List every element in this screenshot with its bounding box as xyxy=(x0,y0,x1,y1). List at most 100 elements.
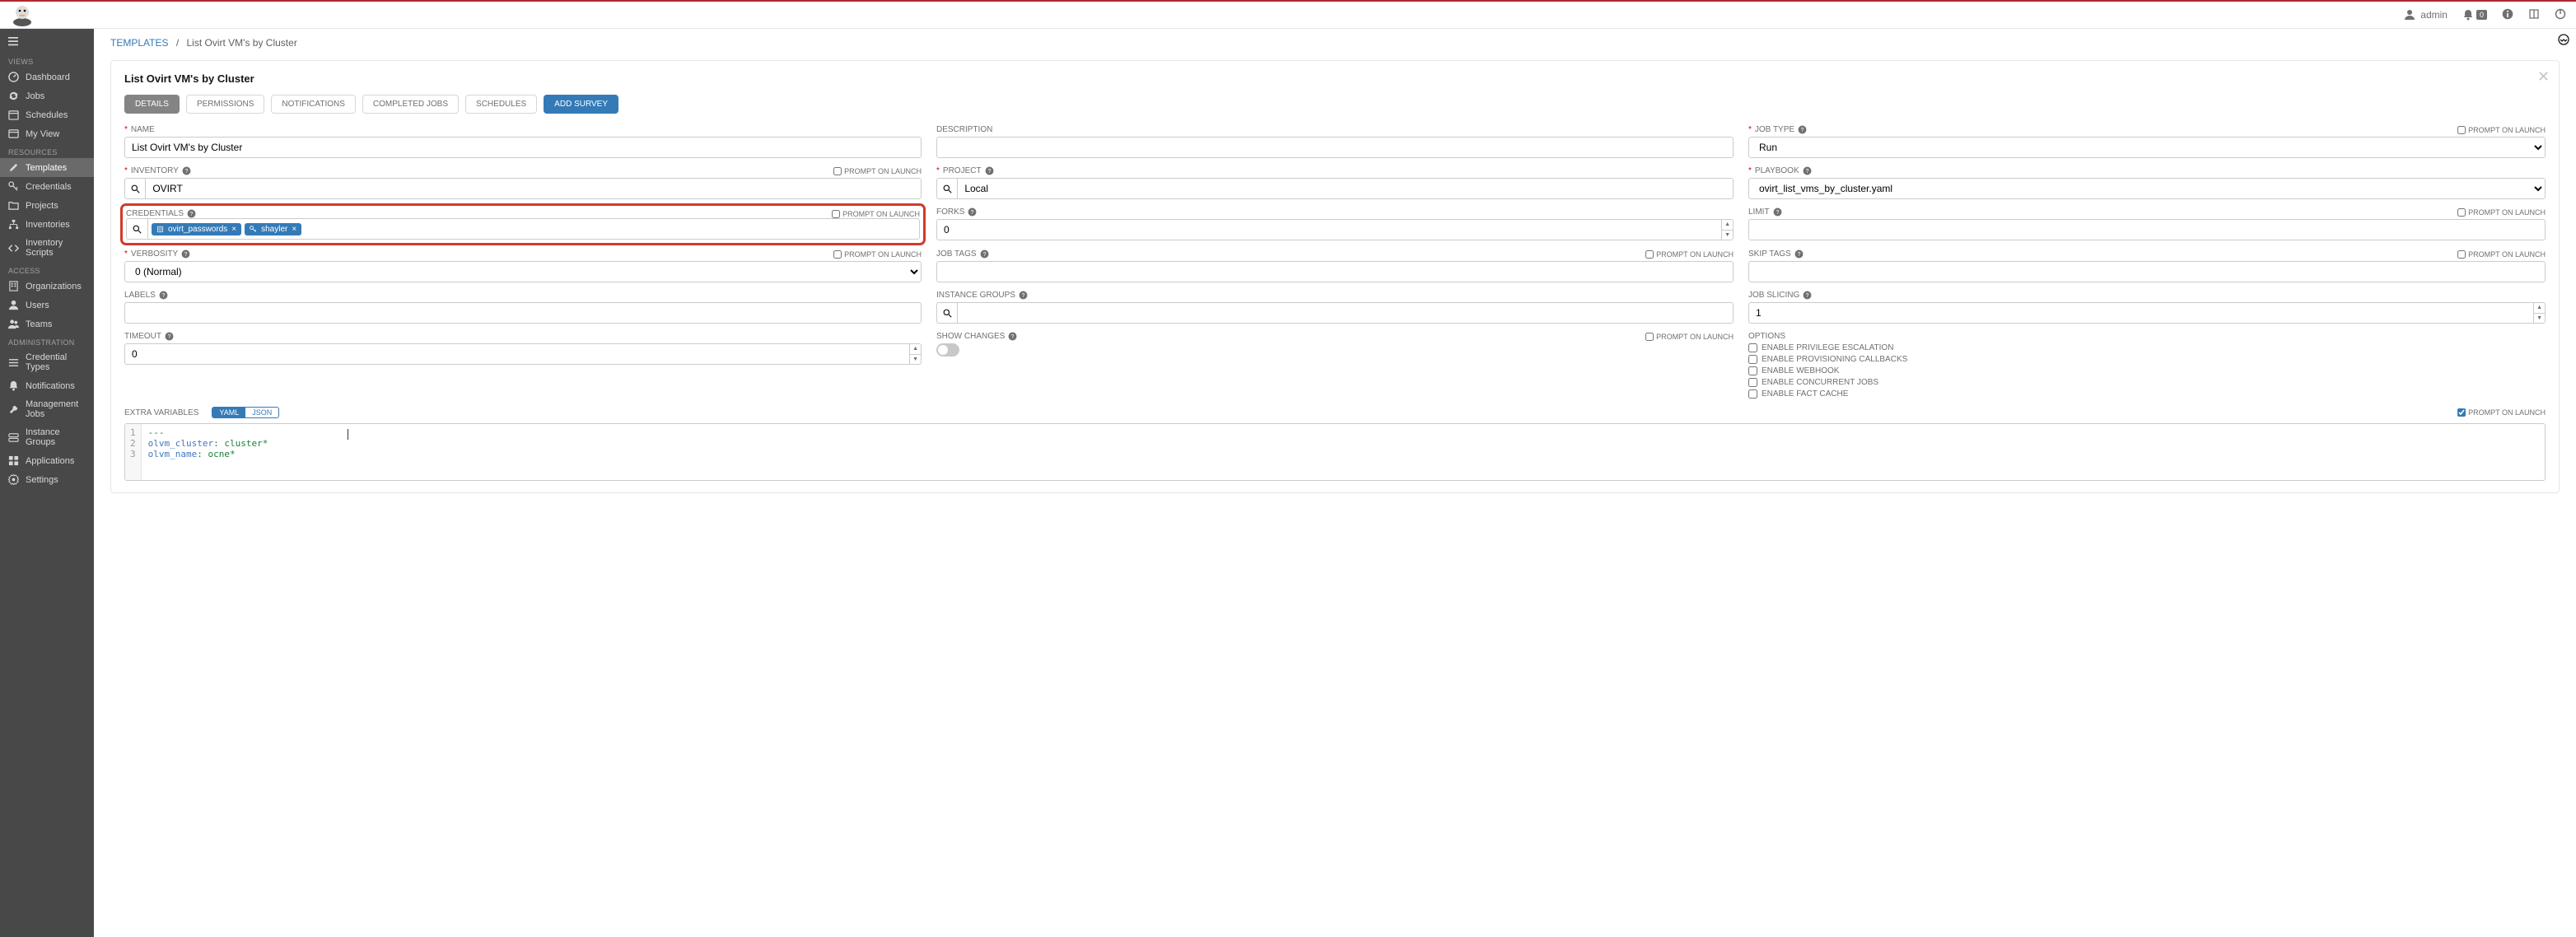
credentials-field[interactable]: ovirt_passwords× shayler× xyxy=(147,218,920,240)
sidebar-item-myview[interactable]: My View xyxy=(0,124,94,143)
about-button[interactable] xyxy=(2502,8,2513,22)
prompt-skiptags[interactable] xyxy=(2457,250,2466,259)
remove-chip[interactable]: × xyxy=(231,225,236,234)
prompt-jobtype[interactable] xyxy=(2457,126,2466,134)
wrench-icon xyxy=(8,404,19,415)
help-icon[interactable] xyxy=(980,249,989,259)
verbosity-select[interactable]: 0 (Normal) xyxy=(124,261,922,282)
project-lookup[interactable] xyxy=(936,178,957,199)
name-field[interactable] xyxy=(124,137,922,158)
sidebar-item-notifications[interactable]: Notifications xyxy=(0,376,94,395)
slicing-up[interactable]: ▲ xyxy=(2534,303,2545,314)
timeout-field[interactable] xyxy=(124,343,910,365)
opt-fact-cache[interactable] xyxy=(1748,389,1757,399)
panel-close-button[interactable] xyxy=(2538,71,2549,84)
instancegroups-lookup[interactable] xyxy=(936,302,957,324)
sidebar-item-dashboard[interactable]: Dashboard xyxy=(0,68,94,86)
prompt-credentials[interactable] xyxy=(832,210,840,218)
timeout-up[interactable]: ▲ xyxy=(910,344,921,355)
prompt-extravars[interactable] xyxy=(2457,408,2466,417)
extravars-editor[interactable]: 123 --- olvm_cluster: cluster* olvm_name… xyxy=(124,423,2546,481)
skiptags-field[interactable] xyxy=(1748,261,2546,282)
tab-schedules[interactable]: SCHEDULES xyxy=(465,95,537,114)
jobtags-field[interactable] xyxy=(936,261,1734,282)
sidebar-item-applications[interactable]: Applications xyxy=(0,451,94,470)
sidebar-item-users[interactable]: Users xyxy=(0,296,94,315)
help-icon[interactable] xyxy=(1803,166,1812,175)
project-field[interactable] xyxy=(957,178,1734,199)
sidebar-item-projects[interactable]: Projects xyxy=(0,196,94,215)
opt-concurrent[interactable] xyxy=(1748,378,1757,387)
help-icon[interactable] xyxy=(1019,291,1028,300)
showchanges-toggle[interactable] xyxy=(936,343,959,357)
sidebar-item-jobs[interactable]: Jobs xyxy=(0,86,94,105)
prompt-inventory[interactable] xyxy=(833,167,842,175)
bars-icon xyxy=(8,37,18,47)
prompt-jobtags[interactable] xyxy=(1645,250,1654,259)
notifications-button[interactable]: 0 xyxy=(2462,9,2487,21)
help-icon[interactable] xyxy=(1794,249,1804,259)
slicing-down[interactable]: ▼ xyxy=(2534,314,2545,324)
activity-stream-button[interactable] xyxy=(2558,34,2569,48)
sidebar-item-management-jobs[interactable]: Management Jobs xyxy=(0,395,94,423)
limit-field[interactable] xyxy=(1748,219,2546,240)
forks-down[interactable]: ▼ xyxy=(1722,231,1733,240)
help-icon[interactable] xyxy=(1803,291,1812,300)
help-icon[interactable] xyxy=(182,166,191,175)
credentials-lookup[interactable] xyxy=(126,218,147,240)
code-content[interactable]: --- olvm_cluster: cluster* olvm_name: oc… xyxy=(142,424,2545,480)
sidebar-item-settings[interactable]: Settings xyxy=(0,470,94,489)
jobslicing-field[interactable] xyxy=(1748,302,2534,324)
tab-notifications[interactable]: NOTIFICATIONS xyxy=(271,95,355,114)
tab-completed-jobs[interactable]: COMPLETED JOBS xyxy=(362,95,459,114)
sidebar-item-templates[interactable]: Templates xyxy=(0,158,94,177)
inventory-field[interactable] xyxy=(145,178,922,199)
help-icon[interactable] xyxy=(165,332,174,341)
inventory-lookup[interactable] xyxy=(124,178,145,199)
sidebar-item-teams[interactable]: Teams xyxy=(0,315,94,333)
prompt-limit[interactable] xyxy=(2457,208,2466,217)
help-icon[interactable] xyxy=(1798,125,1807,134)
help-icon[interactable] xyxy=(968,207,977,217)
instancegroups-field[interactable] xyxy=(957,302,1734,324)
docs-button[interactable] xyxy=(2528,8,2540,22)
yaml-pill[interactable]: YAML xyxy=(212,408,245,417)
tab-details[interactable]: DETAILS xyxy=(124,95,180,114)
topbar: admin 0 xyxy=(0,2,2576,29)
sidebar-item-instance-groups[interactable]: Instance Groups xyxy=(0,423,94,451)
forks-up[interactable]: ▲ xyxy=(1722,220,1733,231)
labels-field[interactable] xyxy=(124,302,922,324)
help-icon[interactable] xyxy=(1008,332,1017,341)
sidebar-toggle[interactable] xyxy=(0,34,94,53)
sidebar-item-schedules[interactable]: Schedules xyxy=(0,105,94,124)
description-field[interactable] xyxy=(936,137,1734,158)
add-survey-button[interactable]: ADD SURVEY xyxy=(544,95,618,114)
tab-permissions[interactable]: PERMISSIONS xyxy=(186,95,264,114)
extravars-format-toggle[interactable]: YAML JSON xyxy=(212,407,279,418)
sidebar-item-credentials[interactable]: Credentials xyxy=(0,177,94,196)
help-icon[interactable] xyxy=(159,291,168,300)
remove-chip[interactable]: × xyxy=(292,225,296,234)
sidebar-item-credential-types[interactable]: Credential Types xyxy=(0,348,94,376)
opt-priv-esc[interactable] xyxy=(1748,343,1757,352)
help-icon[interactable] xyxy=(1773,207,1782,217)
list-icon xyxy=(8,357,19,368)
sidebar-item-inventories[interactable]: Inventories xyxy=(0,215,94,234)
forks-field[interactable] xyxy=(936,219,1722,240)
breadcrumb-root[interactable]: TEMPLATES xyxy=(110,37,168,49)
prompt-verbosity[interactable] xyxy=(833,250,842,259)
json-pill[interactable]: JSON xyxy=(245,408,278,417)
jobtype-select[interactable]: Run xyxy=(1748,137,2546,158)
help-icon[interactable] xyxy=(181,249,190,259)
prompt-showchanges[interactable] xyxy=(1645,333,1654,341)
current-user[interactable]: admin xyxy=(2404,9,2448,21)
playbook-select[interactable]: ovirt_list_vms_by_cluster.yaml xyxy=(1748,178,2546,199)
timeout-down[interactable]: ▼ xyxy=(910,355,921,365)
logout-button[interactable] xyxy=(2555,8,2566,22)
help-icon[interactable] xyxy=(985,166,994,175)
opt-prov-cb[interactable] xyxy=(1748,355,1757,364)
sidebar-item-inventory-scripts[interactable]: Inventory Scripts xyxy=(0,234,94,262)
help-icon[interactable] xyxy=(187,209,196,218)
sidebar-item-organizations[interactable]: Organizations xyxy=(0,277,94,296)
opt-webhook[interactable] xyxy=(1748,366,1757,375)
